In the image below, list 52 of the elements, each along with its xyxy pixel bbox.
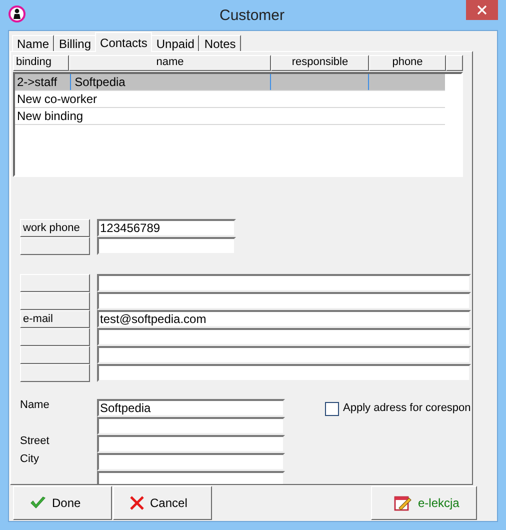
- field-label: City: [20, 453, 39, 465]
- input-field[interactable]: [97, 435, 285, 453]
- checkbox-label: Apply adress for corespon: [343, 402, 471, 414]
- list-row[interactable]: New co-worker: [15, 91, 445, 108]
- field-label: Street: [20, 435, 50, 447]
- input-field[interactable]: [97, 237, 236, 255]
- tab[interactable]: Unpaid: [151, 35, 200, 52]
- field-label-button[interactable]: [20, 364, 90, 382]
- column-header[interactable]: phone: [369, 55, 446, 71]
- tab[interactable]: Contacts: [95, 32, 152, 52]
- input-field[interactable]: Softpedia: [97, 399, 285, 417]
- row-text: New binding: [16, 108, 84, 124]
- e-lekcja-button[interactable]: e-lekcja: [371, 486, 477, 520]
- row-cell: 2->staff: [17, 75, 58, 89]
- field-label: Name: [20, 399, 50, 411]
- field-label-button[interactable]: [20, 292, 90, 310]
- checkbox[interactable]: [325, 402, 339, 416]
- input-field[interactable]: [97, 471, 285, 484]
- close-button[interactable]: [466, 0, 498, 20]
- column-header[interactable]: binding: [13, 55, 69, 71]
- cancel-button[interactable]: Cancel: [113, 486, 212, 520]
- row-cell: Softpedia: [74, 75, 126, 89]
- field-label-button[interactable]: work phone: [20, 219, 90, 237]
- tab[interactable]: Name: [12, 35, 54, 52]
- checkmark-icon: [30, 496, 46, 510]
- column-header[interactable]: name: [69, 55, 271, 71]
- list-row[interactable]: New binding: [15, 108, 445, 125]
- input-field[interactable]: [97, 328, 471, 346]
- column-header[interactable]: responsible: [271, 55, 369, 71]
- tab[interactable]: Notes: [199, 35, 241, 52]
- input-field[interactable]: [97, 417, 285, 435]
- tab[interactable]: Billing: [54, 35, 96, 52]
- input-field[interactable]: [97, 453, 285, 471]
- notepad-pencil-icon: [394, 495, 412, 511]
- field-label-button[interactable]: [20, 274, 90, 292]
- input-field[interactable]: [97, 346, 471, 364]
- input-field[interactable]: test@softpedia.com: [97, 310, 471, 328]
- field-label-button[interactable]: [20, 237, 90, 255]
- close-icon: [477, 5, 487, 15]
- input-field[interactable]: [97, 274, 471, 292]
- app-icon: [8, 5, 26, 23]
- window-title: Customer: [218, 6, 286, 24]
- input-field[interactable]: [97, 292, 471, 310]
- input-field[interactable]: [97, 364, 471, 382]
- list-row[interactable]: 2->staff Softpedia: [15, 74, 445, 91]
- done-button[interactable]: Done: [13, 486, 112, 520]
- field-label-button[interactable]: e-mail: [20, 310, 90, 328]
- cross-icon: [130, 496, 144, 510]
- row-text: New co-worker: [16, 91, 98, 107]
- input-field[interactable]: 123456789: [97, 219, 236, 237]
- field-label-button[interactable]: [20, 346, 90, 364]
- field-label-button[interactable]: [20, 328, 90, 346]
